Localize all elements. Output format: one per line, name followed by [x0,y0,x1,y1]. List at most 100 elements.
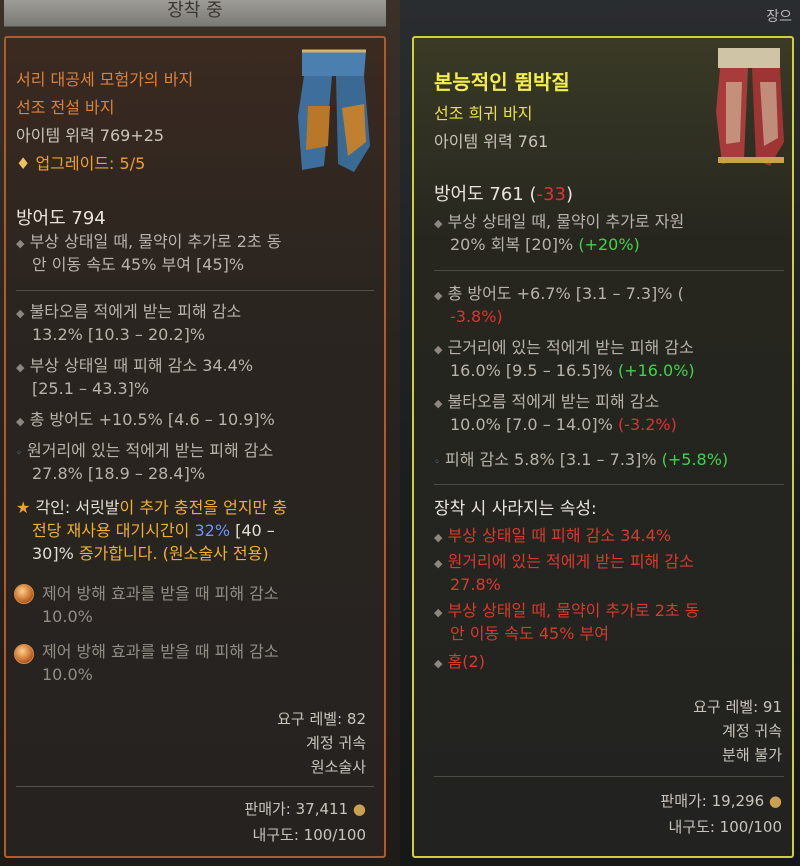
affix-2: ◆ 부상 상태일 때 피해 감소 34.4% [16,354,253,379]
affix-1: ◆ 불타오름 적에게 받는 피해 감소 [16,300,241,325]
affix-2-line-2: [25.1 – 43.3]% [32,379,150,398]
affix-2-line-2: 16.0% [9.5 – 16.5]% (+16.0%) [450,359,695,382]
affix-2-diff: (+16.0%) [617,361,695,380]
affix-bullet-icon: ◆ [434,343,443,356]
affix-4-value: 피해 감소 5.8% [3.1 – 7.3]% [445,450,662,469]
implicit-line-1: 부상 상태일 때, 물약이 추가로 자원 [447,212,685,231]
aspect-line-2: 전당 재사용 대기시간이 32% [40 – [32,519,275,542]
divider [434,270,784,271]
aspect-value: 32% [194,521,231,540]
durability: 내구도: 100/100 [252,826,366,844]
gold-coin-icon: ● [768,792,782,810]
socket-1-line-1: 제어 방해 효과를 받을 때 피해 감소 [42,584,279,603]
lost-property-3-text: 부상 상태일 때, 물약이 추가로 2초 동 [447,601,700,620]
divider [16,786,374,787]
gold-coin-icon: ● [352,800,366,818]
lost-property-4: ◆ 홈(2) [434,650,485,675]
divider [434,776,784,777]
lost-property-3-line-2: 안 이동 속도 45% 부여 [450,624,609,643]
socket-2-line-1: 제어 방해 효과를 받을 때 피해 감소 [42,642,279,661]
item-pants-icon [716,48,784,166]
affix-bullet-icon: ◆ [434,531,443,544]
account-bound: 계정 귀속 [722,722,782,740]
lost-property-2-line-2: 27.8% [450,575,501,594]
lost-property-4-text: 홈(2) [447,652,485,671]
socket-gem-icon [14,644,34,664]
affix-1-line-1: 총 방어도 +6.7% [3.1 – 7.3]% ( [447,284,684,303]
socket-2-line-2: 10.0% [42,665,93,684]
armor-row: 방어도 761 (-33) [434,184,573,205]
affix-bullet-icon: ◆ [434,397,443,410]
item-type: 선조 희귀 바지 [434,104,533,123]
affix-bullet-icon: ◆ [434,557,443,570]
implicit-diff: (+20%) [578,235,640,254]
item-name: 서리 대공세 모험가의 바지 [16,70,194,89]
equipped-tab: 장착 중 [4,0,386,27]
aspect-text-1: 이 추가 충전을 얻지만 충 [119,498,288,517]
implicit-value: 20% 회복 [20]% [450,235,579,254]
required-level: 요구 레벨: 82 [277,710,366,728]
affix-bullet-icon: ◆ [434,289,443,302]
affix-3: ◆ 불타오름 적에게 받는 피해 감소 [434,390,659,415]
implicit-line-2: 20% 회복 [20]% (+20%) [450,233,640,256]
affix-1-line-2: 13.2% [10.3 – 20.2]% [32,325,206,344]
upgrade-text: 업그레이드: 5/5 [35,154,146,173]
aspect-line-1: ★ 각인: 서릿발이 추가 충전을 얻지만 충 [16,496,287,519]
aspect-range-2: 30]% [32,544,74,563]
affix-2-value: 16.0% [9.5 – 16.5]% [450,361,618,380]
affix-4-line-2: 27.8% [18.9 – 28.4]% [32,464,206,483]
implicit-affix: ◆ 부상 상태일 때, 물약이 추가로 2초 동 [16,230,281,255]
affix-bullet-icon: ◆ [16,237,25,250]
affix-3-diff: (-3.2%) [617,415,677,434]
affix-1: ◆ 총 방어도 +6.7% [3.1 – 7.3]% ( [434,282,684,307]
durability: 내구도: 100/100 [668,818,782,836]
upgrade-row: ♦ 업그레이드: 5/5 [16,150,145,174]
lost-property-1: ◆ 부상 상태일 때 피해 감소 34.4% [434,524,671,549]
affix-3-line-1: 불타오름 적에게 받는 피해 감소 [447,392,660,411]
upgrade-diamond-icon: ♦ [16,154,31,173]
armor-value: 방어도 761 [434,184,524,205]
aspect-range-1: [40 – [230,521,275,540]
affix-bullet-icon: ◆ [434,606,443,619]
item-type: 선조 전설 바지 [16,98,115,117]
required-level: 요구 레벨: 91 [693,698,782,716]
divider [16,290,374,291]
item-name: 본능적인 뜀박질 [434,70,570,94]
affix-2-line-1: 근거리에 있는 적에게 받는 피해 감소 [447,338,694,357]
greater-affix-icon: ◦ [16,448,22,459]
affix-3-line-1: 총 방어도 +10.5% [4.6 – 10.9]% [29,410,275,429]
item-power: 아이템 위력 761 [434,132,549,151]
affix-1-line-1: 불타오름 적에게 받는 피해 감소 [29,302,242,321]
sell-price-text: 판매가: 37,411 [244,800,349,818]
affix-3: ◆ 총 방어도 +10.5% [4.6 – 10.9]% [16,408,275,433]
aspect-line-3: 30]% 증가합니다. (원소술사 전용) [32,542,269,565]
aspect-text-2: 전당 재사용 대기시간이 [32,521,195,540]
affix-4: ◦ 피해 감소 5.8% [3.1 – 7.3]% (+5.8%) [434,448,728,474]
class-restriction: 원소술사 [310,758,366,776]
aspect-prefix: 각인: [35,498,76,517]
affix-bullet-icon: ◆ [434,657,443,670]
sell-price: 판매가: 37,411 ● [244,798,366,819]
sell-price-text: 판매가: 19,296 [660,792,765,810]
divider [434,484,784,485]
socket-gem-icon [14,584,34,604]
armor-diff: -33 [536,184,566,205]
affix-4-line-1: 원거리에 있는 적에게 받는 피해 감소 [27,441,274,460]
lost-property-2-text: 원거리에 있는 적에게 받는 피해 감소 [447,552,694,571]
account-bound: 계정 귀속 [306,734,366,752]
implicit-affix: ◆ 부상 상태일 때, 물약이 추가로 자원 [434,210,684,235]
lost-properties-title: 장착 시 사라지는 속성: [434,499,597,519]
affix-bullet-icon: ◆ [16,307,25,320]
salvage-info: 분해 불가 [722,746,782,764]
lost-property-3: ◆ 부상 상태일 때, 물약이 추가로 2초 동 [434,599,699,624]
affix-3-value: 10.0% [7.0 – 14.0]% [450,415,618,434]
sell-price: 판매가: 19,296 ● [660,790,782,811]
equipped-item-tooltip: 서리 대공세 모험가의 바지 선조 전설 바지 아이템 위력 769+25 ♦ … [4,36,386,858]
affix-4-diff: (+5.8%) [661,450,729,469]
item-pants-icon [298,49,370,172]
affix-bullet-icon: ◆ [16,415,25,428]
aspect-skill: 서릿발 [75,498,120,517]
affix-2: ◆ 근거리에 있는 적에게 받는 피해 감소 [434,336,694,361]
item-power: 아이템 위력 769+25 [16,126,165,145]
lost-property-1-text: 부상 상태일 때 피해 감소 34.4% [447,526,672,545]
